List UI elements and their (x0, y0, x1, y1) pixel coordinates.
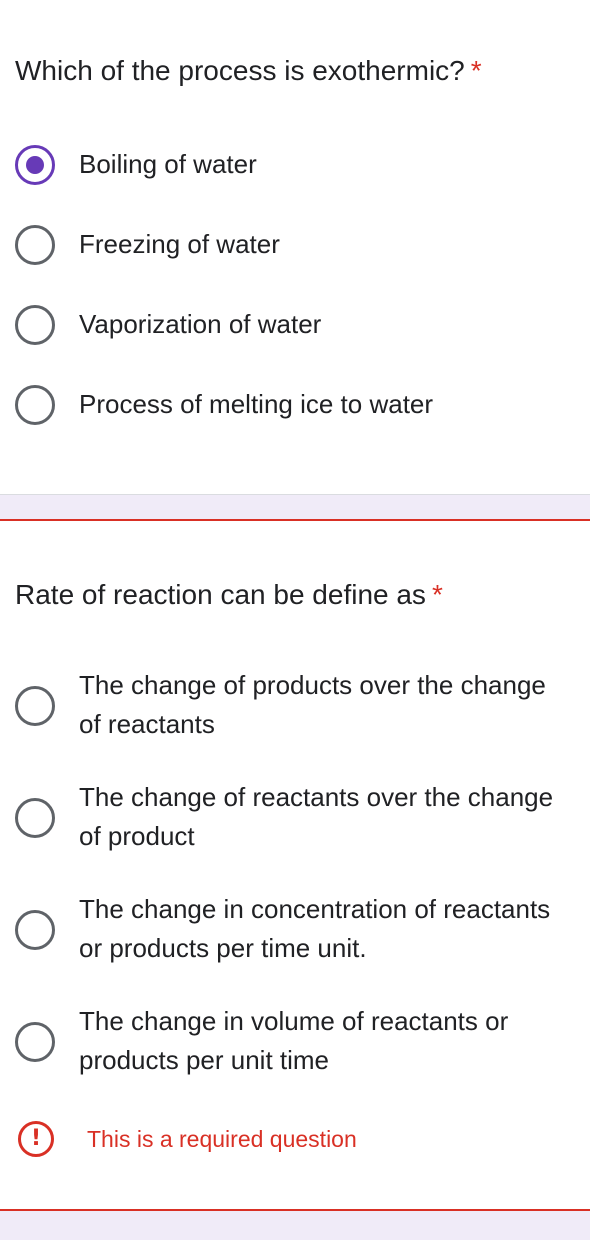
radio-option-freezing-of-water[interactable]: Freezing of water (0, 225, 590, 265)
error-text: This is a required question (87, 1126, 357, 1152)
radio-option-change-of-reactants[interactable]: The change of reactants over the change … (0, 778, 590, 858)
radio-button[interactable] (15, 385, 55, 425)
option-label: Freezing of water (79, 229, 280, 259)
radio-button-selected[interactable] (15, 145, 55, 185)
question-title-text: Which of the process is exothermic? (15, 55, 465, 86)
required-error-message: ! This is a required question (0, 1119, 590, 1159)
option-label: The change in concentration of reactants… (79, 894, 551, 963)
required-asterisk: * (431, 579, 443, 610)
card-separator (0, 1211, 590, 1240)
question-title: Which of the process is exothermic? * (15, 53, 482, 89)
question-card-rate-of-reaction (0, 521, 590, 1209)
radio-option-change-in-volume[interactable]: The change in volume of reactants or pro… (0, 1002, 590, 1082)
radio-option-change-of-products[interactable]: The change of products over the change o… (0, 666, 590, 746)
radio-option-change-in-concentration[interactable]: The change in concentration of reactants… (0, 890, 590, 970)
required-asterisk: * (470, 55, 482, 86)
radio-button[interactable] (15, 305, 55, 345)
radio-option-vaporization-of-water[interactable]: Vaporization of water (0, 305, 590, 345)
question-title-text: Rate of reaction can be define as (15, 579, 426, 610)
option-label: The change of products over the change o… (79, 670, 546, 739)
exclamation-icon: ! (18, 1121, 54, 1157)
radio-button[interactable] (15, 910, 55, 950)
option-label: The change in volume of reactants or pro… (79, 1006, 509, 1075)
question-card-exothermic: Which of the process is exothermic? * Boi… (0, 0, 590, 494)
question-title: Rate of reaction can be define as * (15, 577, 443, 613)
card-separator (0, 494, 590, 519)
radio-button[interactable] (15, 798, 55, 838)
option-label: The change of reactants over the change … (79, 782, 554, 851)
radio-button[interactable] (15, 686, 55, 726)
option-label: Vaporization of water (79, 309, 322, 339)
radio-selected-dot (26, 156, 44, 174)
option-label: Process of melting ice to water (79, 389, 434, 419)
option-label: Boiling of water (79, 149, 257, 179)
radio-option-boiling-of-water[interactable]: Boiling of water (0, 145, 590, 185)
radio-button[interactable] (15, 1022, 55, 1062)
radio-button[interactable] (15, 225, 55, 265)
radio-option-melting-ice-to-water[interactable]: Process of melting ice to water (0, 385, 590, 425)
